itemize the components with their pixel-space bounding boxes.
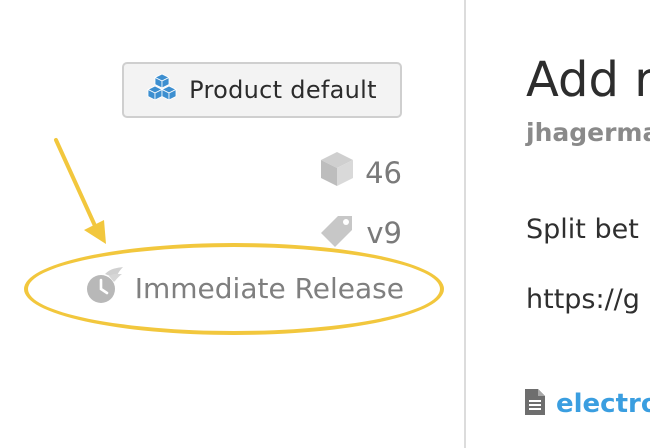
release-details: Add r jhagerma Split bet https://g elect… xyxy=(466,0,650,448)
product-default-button[interactable]: Product default xyxy=(122,62,402,118)
attachment-name: electro xyxy=(556,389,650,419)
version-label: v9 xyxy=(366,215,402,250)
product-default-label: Product default xyxy=(189,76,377,104)
cubes-icon xyxy=(147,73,178,107)
highlight-ellipse xyxy=(24,243,444,335)
release-sidebar: Product default 46 v9 Immediate Release xyxy=(0,0,464,448)
file-icon xyxy=(524,388,546,420)
builds-count: 46 xyxy=(365,155,402,190)
release-description: Split bet xyxy=(526,214,639,245)
release-title: Add r xyxy=(526,52,650,108)
annotation-arrow xyxy=(54,138,106,244)
release-author[interactable]: jhagerma xyxy=(526,118,650,147)
box-icon xyxy=(319,150,355,195)
attachment-link[interactable]: electro xyxy=(524,388,650,420)
builds-count-row: 46 xyxy=(319,150,402,195)
release-url[interactable]: https://g xyxy=(526,284,640,315)
